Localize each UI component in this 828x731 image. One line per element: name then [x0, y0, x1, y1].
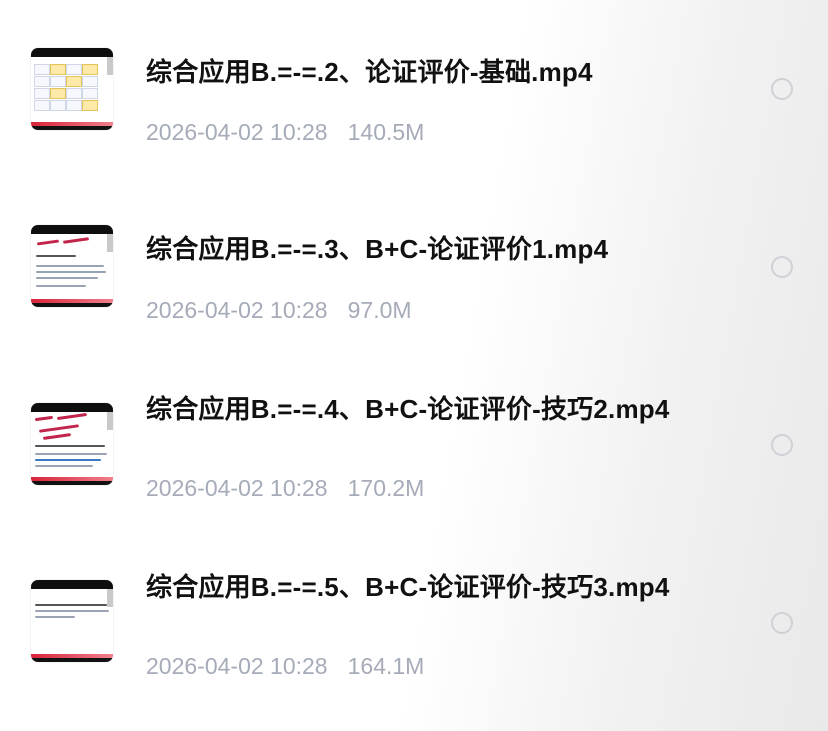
file-list: 综合应用B.=-=.2、论证评价-基础.mp4 2026-04-02 10:28…	[0, 0, 828, 731]
file-date: 2026-04-02 10:28	[146, 475, 328, 501]
video-thumbnail[interactable]	[31, 580, 113, 662]
file-size: 97.0M	[347, 297, 412, 323]
thumbnail-top-bar	[31, 225, 113, 234]
thumbnail-side-panel	[107, 589, 113, 607]
thumbnail-top-bar	[31, 403, 113, 412]
file-name: 综合应用B.=-=.4、B+C-论证评价-技巧2.mp4	[146, 394, 670, 424]
file-meta: 2026-04-02 10:28 170.2M	[146, 474, 424, 502]
video-thumbnail[interactable]	[31, 225, 113, 307]
thumbnail-handwriting	[34, 415, 54, 422]
thumbnail-handwriting	[36, 239, 60, 246]
thumbnail-handwriting	[56, 412, 88, 421]
thumbnail-text-line	[36, 255, 76, 257]
thumbnail-text-line	[36, 271, 106, 273]
thumbnail-bottom-bar	[31, 481, 113, 485]
file-date: 2026-04-02 10:28	[146, 297, 328, 323]
thumbnail-top-bar	[31, 580, 113, 589]
video-thumbnail[interactable]	[31, 403, 113, 485]
thumbnail-bottom-bar	[31, 303, 113, 307]
thumbnail-handwriting	[38, 424, 80, 433]
thumbnail-side-panel	[107, 412, 113, 430]
file-item[interactable]: 综合应用B.=-=.5、B+C-论证评价-技巧3.mp4 2026-04-02 …	[0, 0, 828, 679]
file-size: 164.1M	[347, 653, 425, 679]
thumbnail-text-line	[35, 604, 107, 606]
select-radio[interactable]	[771, 612, 793, 634]
thumbnail-bottom-bar	[31, 658, 113, 662]
thumbnail-text-line	[35, 610, 109, 612]
select-radio[interactable]	[771, 434, 793, 456]
thumbnail-text-line	[36, 265, 104, 267]
thumbnail-handwriting	[62, 237, 90, 244]
thumbnail-text-line	[35, 616, 75, 618]
thumbnail-text-line	[35, 445, 105, 447]
file-size: 170.2M	[347, 475, 425, 501]
thumbnail-text-line	[36, 277, 98, 279]
file-name: 综合应用B.=-=.3、B+C-论证评价1.mp4	[146, 234, 609, 264]
thumbnail-text-line	[35, 453, 107, 455]
select-radio[interactable]	[771, 256, 793, 278]
thumbnail-handwriting	[42, 433, 72, 440]
thumbnail-side-panel	[107, 234, 113, 252]
file-name: 综合应用B.=-=.5、B+C-论证评价-技巧3.mp4	[146, 572, 670, 602]
thumbnail-text-line	[35, 459, 101, 461]
thumbnail-text-line	[36, 285, 86, 287]
thumbnail-text-line	[35, 465, 93, 467]
file-meta: 2026-04-02 10:28 97.0M	[146, 296, 412, 324]
file-meta: 2026-04-02 10:28 164.1M	[146, 652, 424, 680]
file-date: 2026-04-02 10:28	[146, 653, 328, 679]
